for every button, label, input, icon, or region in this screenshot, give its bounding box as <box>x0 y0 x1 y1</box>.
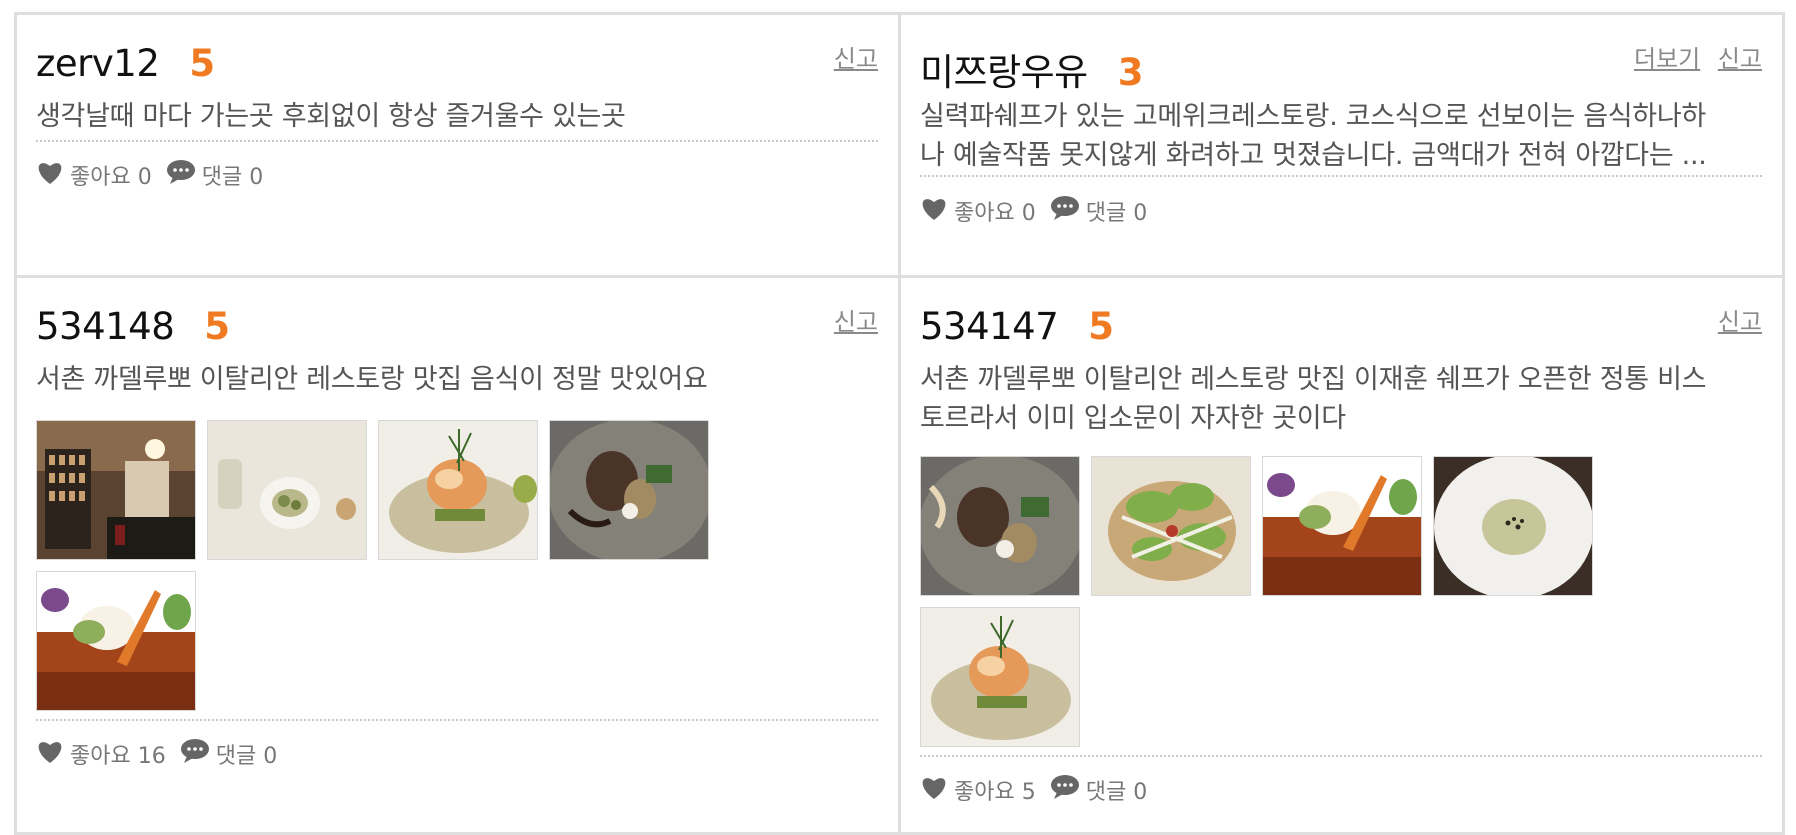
soup-bowl-photo[interactable] <box>1433 456 1593 596</box>
report-link[interactable]: 신고 <box>1718 308 1762 336</box>
review-text[interactable]: 서촌 까델루뽀 이탈리안 레스토랑 맛집 이재훈 쉐프가 오픈한 정통 비스 토… <box>920 360 1762 438</box>
review-text-line: 나 예술작품 못지않게 화려하고 멋졌습니다. 금액대가 전혀 아깝다는 ... <box>920 140 1707 171</box>
heart-icon[interactable] <box>36 738 64 770</box>
review-card: 미쯔랑우유 3 더보기 신고 실력파쉐프가 있는 고메위크레스토랑. 코스식으로… <box>898 12 1785 278</box>
review-score: 3 <box>1117 51 1144 94</box>
like-count[interactable]: 좋아요 5 <box>954 774 1036 806</box>
speech-bubble-icon[interactable] <box>1050 774 1080 806</box>
divider <box>920 175 1762 177</box>
review-text[interactable]: 생각날때 마다 가는곳 후회없이 항상 즐거울수 있는곳 <box>36 97 878 136</box>
comment-count[interactable]: 댓글 0 <box>216 738 277 770</box>
like-count[interactable]: 좋아요 0 <box>954 195 1036 227</box>
review-header: 미쯔랑우유 3 <box>920 42 1143 94</box>
heart-icon[interactable] <box>920 195 948 227</box>
pasta-salad-photo[interactable] <box>1091 456 1251 596</box>
shrimp-dish-photo[interactable] <box>920 607 1080 747</box>
review-meta: 좋아요 0 댓글 0 <box>36 159 277 191</box>
comment-count[interactable]: 댓글 0 <box>1086 195 1147 227</box>
review-username[interactable]: zerv12 <box>36 42 160 85</box>
carrot-dessert-photo[interactable] <box>1262 456 1422 596</box>
review-text-line: 서촌 까델루뽀 이탈리안 레스토랑 맛집 이재훈 쉐프가 오픈한 정통 비스 <box>920 364 1707 395</box>
review-header: zerv12 5 <box>36 42 215 86</box>
review-meta: 좋아요 0 댓글 0 <box>920 195 1161 227</box>
speech-bubble-icon[interactable] <box>166 159 196 191</box>
comment-count[interactable]: 댓글 0 <box>1086 774 1147 806</box>
speech-bubble-icon[interactable] <box>180 738 210 770</box>
review-text-line: 생각날때 마다 가는곳 후회없이 항상 즐거울수 있는곳 <box>36 101 626 132</box>
review-text[interactable]: 서촌 까델루뽀 이탈리안 레스토랑 맛집 음식이 정말 맛있어요 <box>36 360 878 399</box>
report-link[interactable]: 신고 <box>834 45 878 73</box>
review-card: 534148 5 신고 서촌 까델루뽀 이탈리안 레스토랑 맛집 음식이 정말 … <box>14 275 901 835</box>
review-score: 5 <box>1088 305 1114 348</box>
review-score: 5 <box>189 42 216 85</box>
review-text-line: 실력파쉐프가 있는 고메위크레스토랑. 코스식으로 선보이는 음식하나하 <box>920 101 1706 132</box>
steak-dish-photo[interactable] <box>920 456 1080 596</box>
report-link[interactable]: 신고 <box>1718 45 1762 73</box>
review-header: 534148 5 <box>36 305 230 349</box>
divider <box>36 140 878 142</box>
wine-cellar-interior-photo[interactable] <box>36 420 196 560</box>
speech-bubble-icon[interactable] <box>1050 195 1080 227</box>
review-header: 534147 5 <box>920 305 1114 349</box>
review-text-line: 서촌 까델루뽀 이탈리안 레스토랑 맛집 음식이 정말 맛있어요 <box>36 364 708 395</box>
review-meta: 좋아요 16 댓글 0 <box>36 738 291 770</box>
review-actions: 더보기 신고 <box>1624 39 1762 74</box>
report-link[interactable]: 신고 <box>834 308 878 336</box>
review-card: 534147 5 신고 서촌 까델루뽀 이탈리안 레스토랑 맛집 이재훈 쉐프가… <box>898 275 1785 835</box>
heart-icon[interactable] <box>920 774 948 806</box>
review-text-line: 토르라서 이미 입소문이 자자한 곳이다 <box>920 403 1346 434</box>
review-actions: 신고 <box>824 302 878 337</box>
review-card: zerv12 5 신고 생각날때 마다 가는곳 후회없이 항상 즐거울수 있는곳… <box>14 12 901 278</box>
review-username[interactable]: 534148 <box>36 305 175 348</box>
steak-dish-photo[interactable] <box>549 420 709 560</box>
review-text[interactable]: 실력파쉐프가 있는 고메위크레스토랑. 코스식으로 선보이는 음식하나하 나 예… <box>920 97 1762 175</box>
like-count[interactable]: 좋아요 16 <box>70 738 166 770</box>
review-actions: 신고 <box>1708 302 1762 337</box>
carrot-dessert-photo[interactable] <box>36 571 196 711</box>
heart-icon[interactable] <box>36 159 64 191</box>
review-username[interactable]: 미쯔랑우유 <box>920 42 1088 96</box>
more-link[interactable]: 더보기 <box>1634 45 1700 73</box>
like-count[interactable]: 좋아요 0 <box>70 159 152 191</box>
review-meta: 좋아요 5 댓글 0 <box>920 774 1161 806</box>
review-grid: zerv12 5 신고 생각날때 마다 가는곳 후회없이 항상 즐거울수 있는곳… <box>0 0 1796 835</box>
divider <box>36 719 878 721</box>
shrimp-dish-photo[interactable] <box>378 420 538 560</box>
review-score: 5 <box>204 305 230 348</box>
divider <box>920 755 1762 757</box>
comment-count[interactable]: 댓글 0 <box>202 159 263 191</box>
review-actions: 신고 <box>824 39 878 74</box>
amuse-bouche-plate-photo[interactable] <box>207 420 367 560</box>
review-username[interactable]: 534147 <box>920 305 1059 348</box>
